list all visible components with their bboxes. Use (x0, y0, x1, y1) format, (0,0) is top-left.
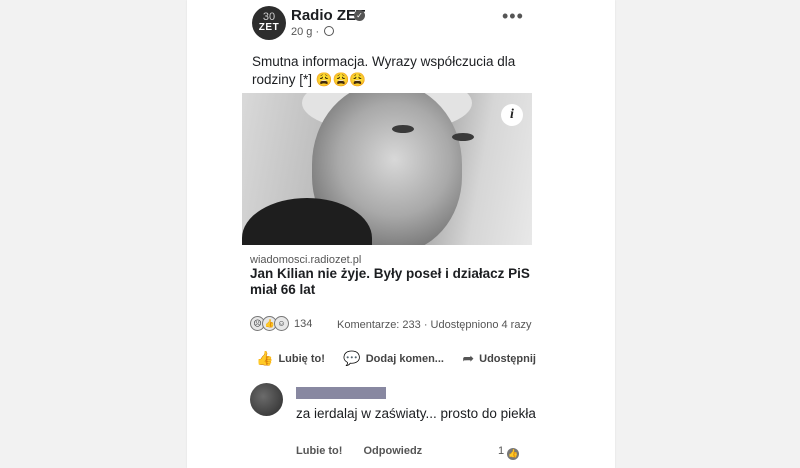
more-options-icon[interactable]: ••• (502, 6, 524, 27)
action-bar: 👍 Lubię to! 💬 Dodaj komen... ➦ Udostępni… (256, 350, 536, 367)
thumbs-up-icon: 👍 (507, 448, 520, 460)
comment-likes-count: 1 (498, 445, 505, 457)
link-domain[interactable]: wiadomosci.radiozet.pl (250, 254, 361, 266)
share-label: Udostępnij (479, 352, 536, 365)
photo-eye-left (392, 125, 414, 133)
post-meta: 20 g · (291, 26, 335, 38)
speech-bubble-icon: 💬 (343, 350, 361, 366)
haha-reaction-icon: ☺ (274, 316, 289, 331)
photo-eye-right (452, 133, 474, 141)
comment-button[interactable]: 💬 Dodaj komen... (343, 350, 444, 367)
thumbs-up-icon: 👍 (256, 350, 274, 366)
page-avatar[interactable]: 30 ZET (252, 6, 286, 40)
like-label: Lubię to! (278, 352, 325, 365)
globe-icon (324, 26, 335, 36)
like-button[interactable]: 👍 Lubię to! (256, 350, 325, 367)
share-arrow-icon: ➦ (462, 350, 475, 366)
reactions-summary[interactable]: ☹ 👍 ☺ 134 (250, 316, 312, 331)
avatar-number: 30 (262, 10, 276, 23)
comment-reply-button[interactable]: Odpowiedz (364, 445, 423, 457)
commenter-avatar[interactable] (250, 383, 283, 416)
redacted-commenter-name (296, 387, 386, 399)
link-preview-image[interactable] (242, 93, 532, 245)
comment-like-button[interactable]: Lubie to! (296, 445, 342, 457)
comment-text: za ierdalaj w zaświaty... prosto do piek… (296, 406, 536, 421)
link-title[interactable]: Jan Kilian nie żyje. Były poseł i działa… (250, 266, 530, 298)
avatar-logo-text: ZET (258, 21, 280, 33)
comment-likes[interactable]: 1 👍 (498, 445, 520, 460)
post-stats[interactable]: Komentarze: 233 · Udostępniono 4 razy (337, 319, 531, 331)
reaction-count: 134 (294, 317, 313, 330)
comment-label: Dodaj komen... (365, 352, 444, 365)
share-button[interactable]: ➦ Udostępnij (462, 350, 536, 367)
verified-badge-icon: ✓ (354, 10, 365, 21)
comment-actions: Lubie to! Odpowiedz (296, 445, 440, 457)
info-icon[interactable]: i (501, 104, 523, 126)
post-text: Smutna informacja. Wyrazy współczucia dl… (252, 54, 516, 87)
post-timestamp[interactable]: 20 g · (291, 26, 319, 38)
